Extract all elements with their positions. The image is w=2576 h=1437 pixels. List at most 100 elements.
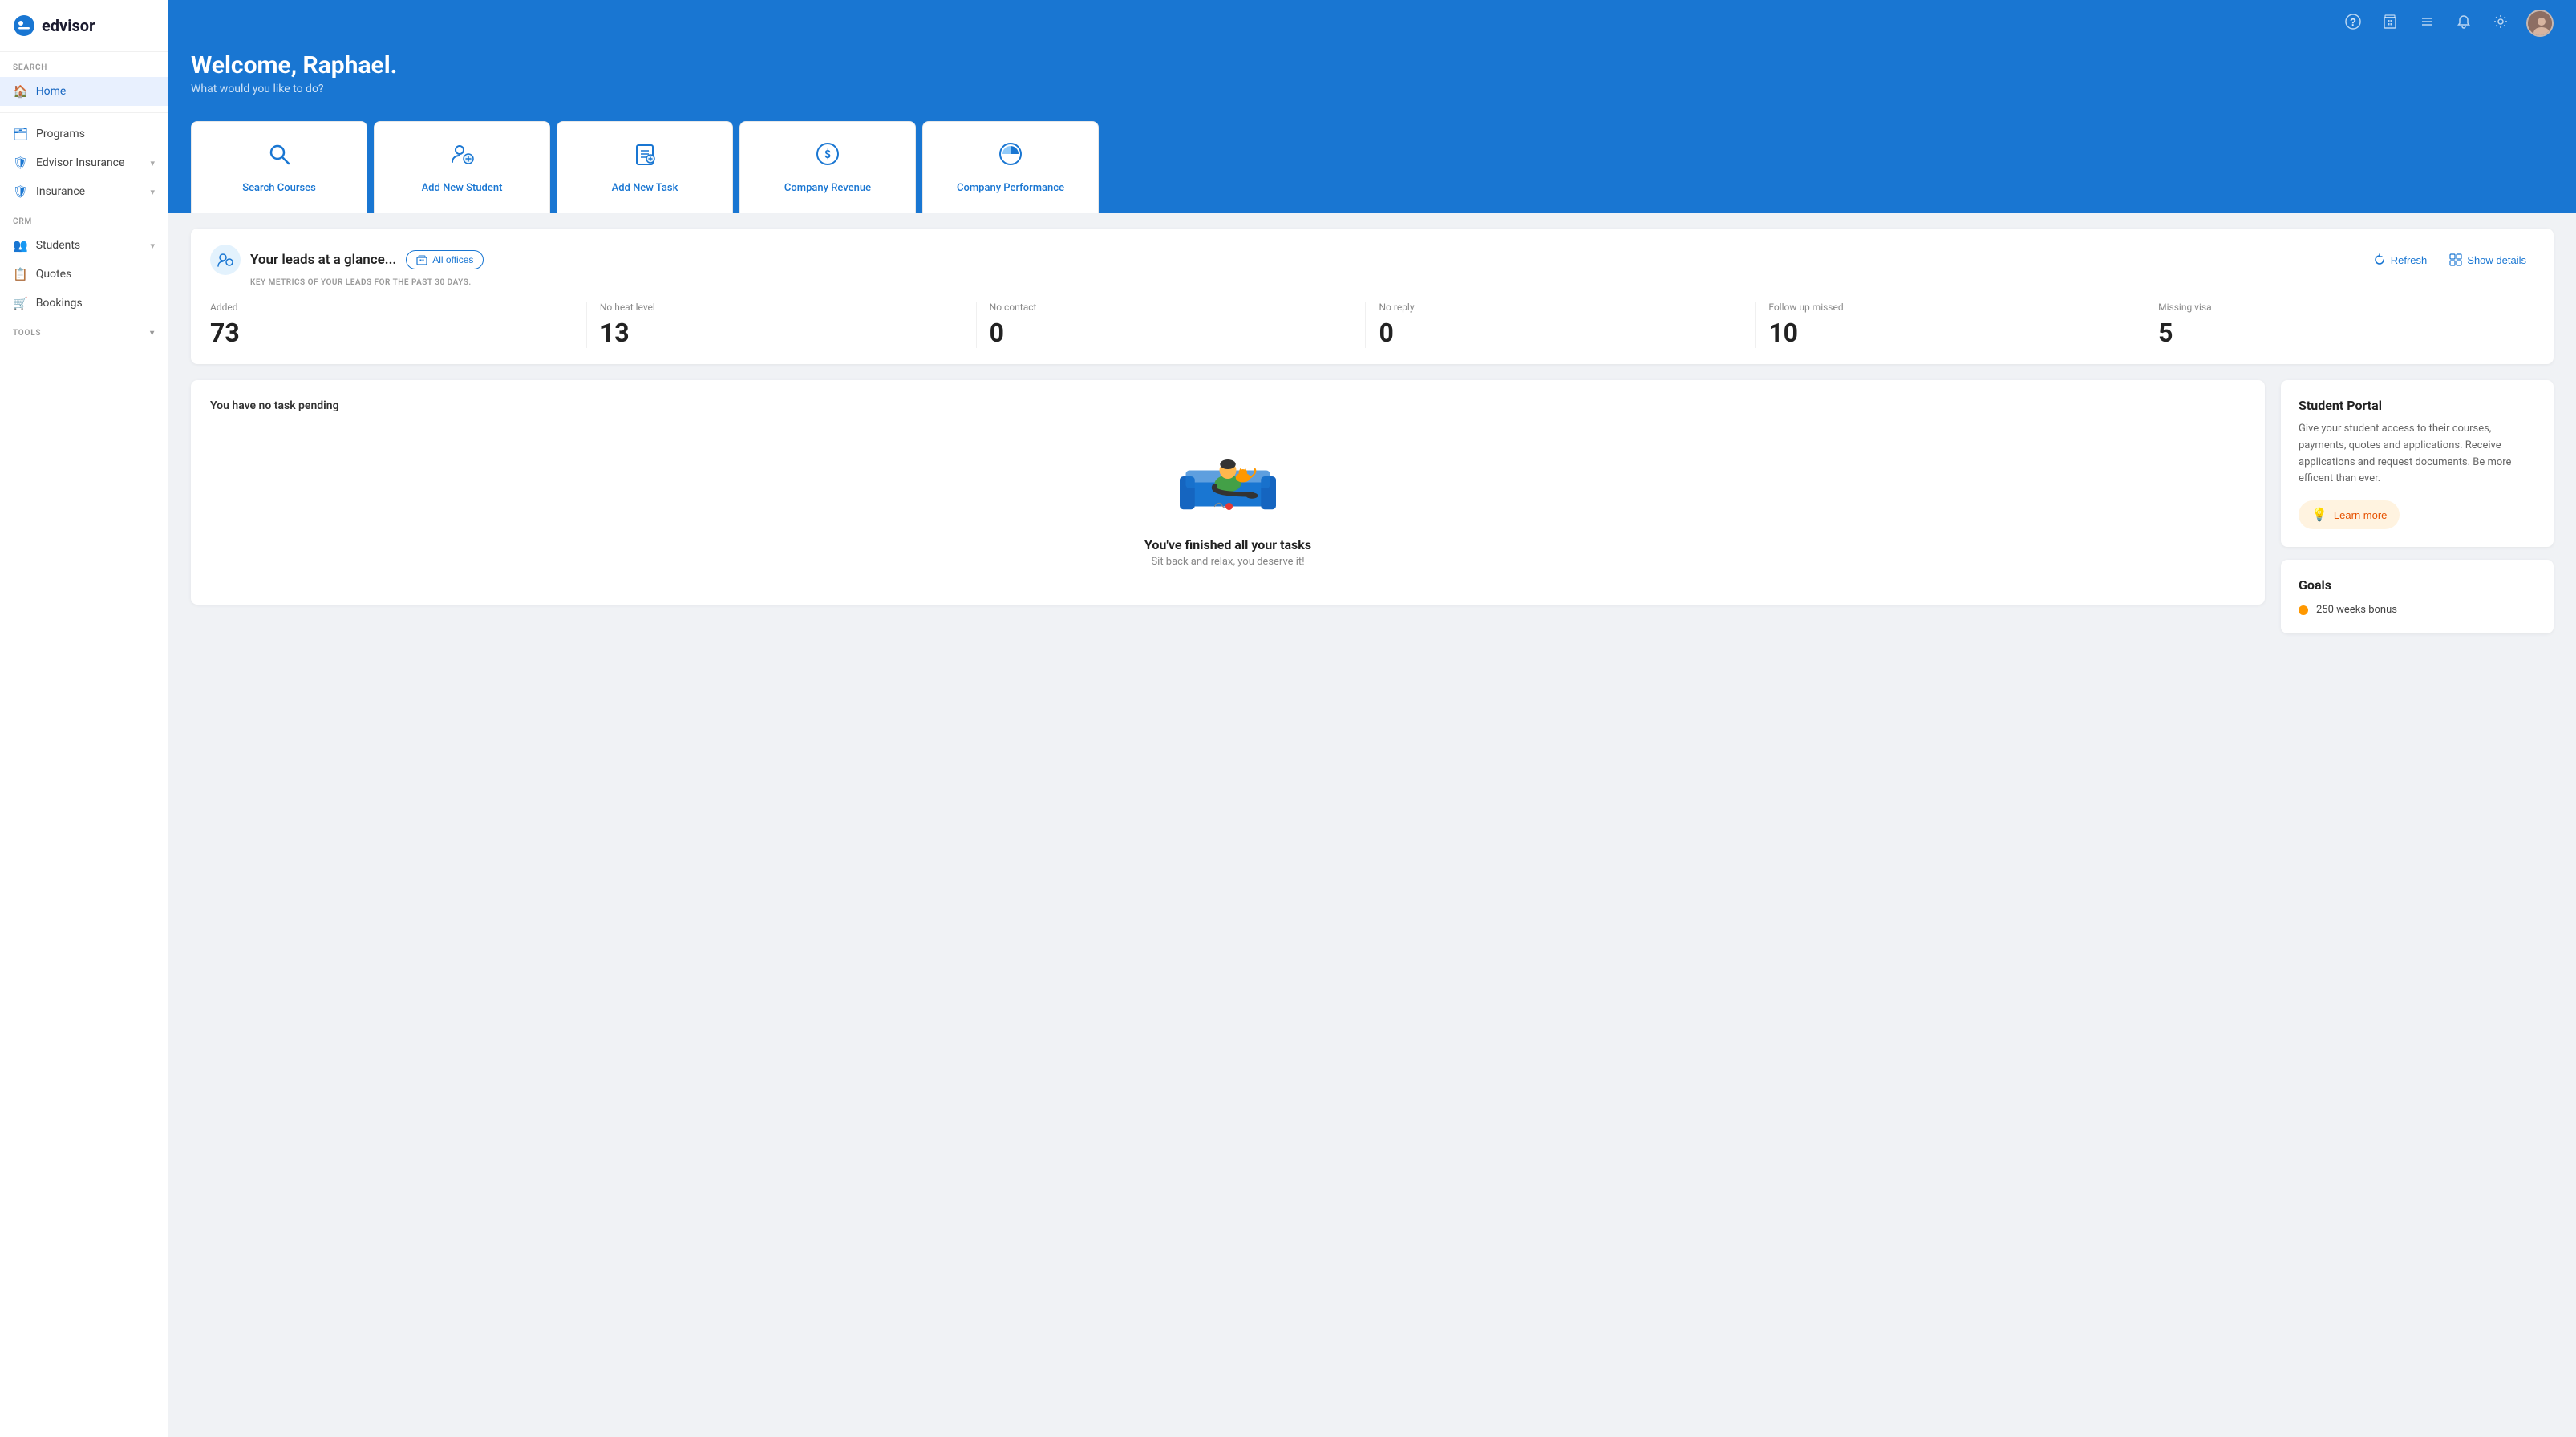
welcome-title: Welcome, Raphael. — [191, 51, 2554, 79]
metrics-row: Added 73 No heat level 13 No contact 0 N… — [210, 302, 2534, 348]
metric-missing-visa-label: Missing visa — [2158, 302, 2521, 313]
all-offices-label: All offices — [432, 254, 473, 265]
metric-no-heat: No heat level 13 — [587, 302, 977, 348]
svg-text:$: $ — [824, 148, 831, 161]
home-icon: 🏠 — [13, 84, 28, 99]
metric-missing-visa-value: 5 — [2158, 318, 2521, 348]
metric-no-reply-value: 0 — [1379, 318, 1742, 348]
app-name: edvisor — [42, 16, 95, 35]
welcome-subtitle: What would you like to do? — [191, 83, 2554, 95]
leads-header: Your leads at a glance... All offices — [210, 245, 2534, 275]
crm-section-label: CRM — [0, 206, 168, 231]
metric-no-contact-label: No contact — [990, 302, 1353, 313]
right-panel: Student Portal Give your student access … — [2281, 380, 2554, 633]
search-section-label: SEARCH — [0, 52, 168, 77]
sidebar: edvisor SEARCH 🏠 Home 🗂 Programs 🛡 Edvis… — [0, 0, 168, 1437]
metric-no-reply: No reply 0 — [1366, 302, 1756, 348]
metric-added: Added 73 — [210, 302, 587, 348]
main-content: ? — [168, 0, 2576, 1437]
sidebar-item-edvisor-insurance[interactable]: 🛡 Edvisor Insurance ▾ — [0, 148, 168, 177]
tasks-empty-illustration: You've finished all your tasks Sit back … — [210, 428, 2246, 585]
metric-no-contact-value: 0 — [990, 318, 1353, 348]
metric-added-label: Added — [210, 302, 573, 313]
sidebar-item-bookings[interactable]: 🛒 Bookings — [0, 289, 168, 318]
sidebar-item-programs[interactable]: 🗂 Programs — [0, 119, 168, 148]
header-top-bar: ? — [168, 0, 2576, 37]
sidebar-item-home[interactable]: 🏠 Home — [0, 77, 168, 106]
quick-actions-row: Search Courses Add New Student — [168, 121, 2576, 213]
leads-subtitle: KEY METRICS OF YOUR LEADS FOR THE PAST 3… — [250, 278, 2534, 287]
learn-more-button[interactable]: 💡 Learn more — [2299, 500, 2400, 529]
tasks-pending-title: You have no task pending — [210, 399, 339, 412]
sidebar-item-quotes[interactable]: 📋 Quotes — [0, 260, 168, 289]
sidebar-item-students[interactable]: 👥 Students ▾ — [0, 231, 168, 260]
user-avatar[interactable] — [2526, 10, 2554, 37]
show-details-button[interactable]: Show details — [2441, 249, 2534, 271]
tools-section-label[interactable]: TOOLS ▾ — [0, 318, 168, 342]
refresh-button[interactable]: Refresh — [2365, 249, 2436, 271]
chevron-down-icon-2: ▾ — [150, 187, 155, 197]
programs-label: Programs — [36, 128, 85, 140]
list-button[interactable] — [2416, 10, 2438, 37]
svg-text:?: ? — [2350, 16, 2356, 28]
bookings-label: Bookings — [36, 297, 83, 310]
company-revenue-icon: $ — [815, 141, 840, 172]
portal-description: Give your student access to their course… — [2299, 421, 2536, 488]
leads-avatar-icon — [210, 245, 241, 275]
programs-icon: 🗂 — [13, 127, 28, 141]
sidebar-item-insurance[interactable]: 🛡 Insurance ▾ — [0, 177, 168, 206]
quick-card-add-student[interactable]: Add New Student — [374, 121, 550, 213]
edvisor-insurance-label: Edvisor Insurance — [36, 156, 124, 169]
tools-chevron-icon: ▾ — [150, 329, 155, 338]
goal-label: 250 weeks bonus — [2316, 604, 2397, 616]
tasks-card: You have no task pending — [191, 380, 2265, 605]
divider-1 — [0, 112, 168, 113]
tasks-empty-subtitle: Sit back and relax, you deserve it! — [1151, 556, 1304, 568]
tools-label: TOOLS — [13, 329, 41, 338]
quick-card-company-revenue[interactable]: $ Company Revenue — [739, 121, 916, 213]
quick-card-company-performance[interactable]: Company Performance — [922, 121, 1099, 213]
chevron-down-icon: ▾ — [150, 158, 155, 168]
insurance-icon: 🛡 — [13, 184, 28, 199]
leads-actions: Refresh Show details — [2365, 249, 2534, 271]
metric-follow-up: Follow up missed 10 — [1756, 302, 2145, 348]
add-student-label: Add New Student — [422, 182, 503, 194]
metric-follow-up-label: Follow up missed — [1768, 302, 2132, 313]
goals-card: Goals 250 weeks bonus — [2281, 560, 2554, 633]
metric-follow-up-value: 10 — [1768, 318, 2132, 348]
content-area: Your leads at a glance... All offices — [168, 213, 2576, 1437]
help-button[interactable]: ? — [2342, 10, 2364, 37]
portal-title: Student Portal — [2299, 398, 2536, 413]
company-performance-icon — [998, 141, 1023, 172]
search-courses-label: Search Courses — [242, 182, 316, 194]
learn-more-label: Learn more — [2334, 509, 2387, 521]
metric-no-heat-value: 13 — [600, 318, 963, 348]
learn-more-icon: 💡 — [2311, 507, 2327, 523]
all-offices-button[interactable]: All offices — [406, 250, 484, 269]
metric-no-reply-label: No reply — [1379, 302, 1742, 313]
header-banner: ? — [168, 0, 2576, 213]
goals-title: Goals — [2299, 577, 2536, 593]
refresh-label: Refresh — [2391, 254, 2428, 266]
quick-card-search-courses[interactable]: Search Courses — [191, 121, 367, 213]
leads-title: Your leads at a glance... — [250, 252, 396, 268]
settings-button[interactable] — [2489, 10, 2512, 37]
building-button[interactable] — [2379, 10, 2401, 37]
students-icon: 👥 — [13, 238, 28, 253]
goal-item: 250 weeks bonus — [2299, 604, 2536, 616]
quick-card-add-task[interactable]: Add New Task — [557, 121, 733, 213]
metric-missing-visa: Missing visa 5 — [2145, 302, 2534, 348]
notifications-button[interactable] — [2452, 10, 2475, 37]
leads-card: Your leads at a glance... All offices — [191, 229, 2554, 364]
student-portal-card: Student Portal Give your student access … — [2281, 380, 2554, 547]
add-student-icon — [449, 141, 475, 172]
welcome-section: Welcome, Raphael. What would you like to… — [168, 37, 2576, 118]
metric-no-heat-label: No heat level — [600, 302, 963, 313]
bookings-icon: 🛒 — [13, 296, 28, 310]
insurance-label: Insurance — [36, 185, 85, 198]
company-revenue-label: Company Revenue — [784, 182, 871, 194]
metric-added-value: 73 — [210, 318, 573, 348]
students-label: Students — [36, 239, 80, 252]
goal-dot-icon — [2299, 605, 2308, 615]
chevron-students-icon: ▾ — [150, 241, 155, 251]
